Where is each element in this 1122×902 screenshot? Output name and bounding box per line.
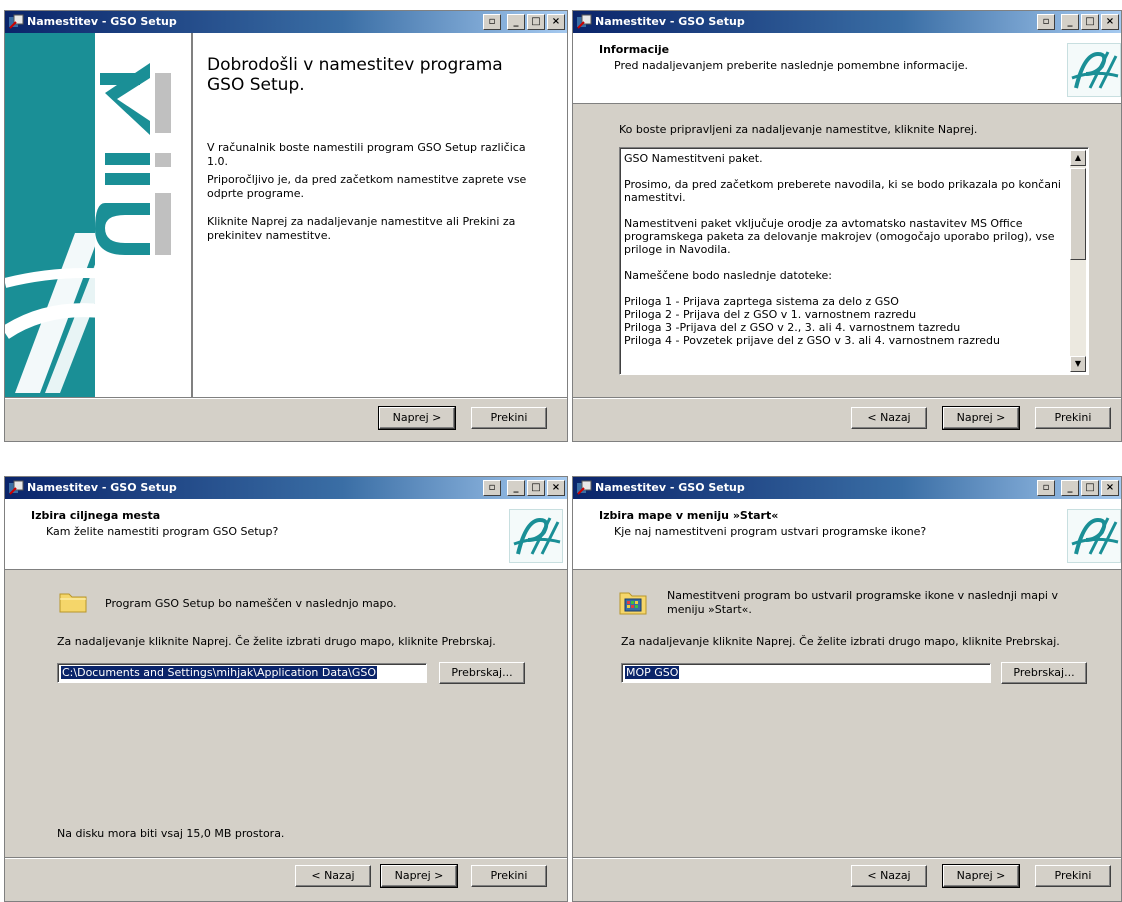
startmenu-folder-input[interactable]: MOP GSO — [621, 663, 991, 683]
back-button[interactable]: < Nazaj — [851, 407, 927, 429]
setup-app-icon — [9, 480, 24, 495]
close-button[interactable]: × — [547, 480, 565, 496]
back-button[interactable]: < Nazaj — [295, 865, 371, 887]
maximize-button[interactable]: □ — [527, 14, 545, 30]
restore-button[interactable]: ▫ — [1037, 14, 1055, 30]
window-title: Namestitev - GSO Setup — [595, 481, 745, 494]
folder-icon — [59, 593, 87, 613]
minimize-button[interactable]: _ — [1061, 480, 1079, 496]
welcome-heading: Dobrodošli v namestitev programa GSO Set… — [207, 55, 503, 95]
footer-divider — [5, 397, 567, 399]
window-title: Namestitev - GSO Setup — [27, 481, 177, 494]
next-button[interactable]: Naprej > — [378, 406, 456, 430]
page-subtitle: Pred nadaljevanjem preberite naslednje p… — [614, 59, 968, 72]
restore-button[interactable]: ▫ — [483, 14, 501, 30]
memo-paragraph: Priloga 1 - Prijava zaprtega sistema za … — [624, 295, 1000, 347]
memo-paragraph: Nameščene bodo naslednje datoteke: — [624, 269, 832, 282]
browse-button[interactable]: Prebrskaj... — [439, 662, 525, 684]
title-bar[interactable]: Namestitev - GSO Setup ▫ _ □ × — [5, 11, 567, 33]
cancel-button[interactable]: Prekini — [1035, 407, 1111, 429]
title-bar[interactable]: Namestitev - GSO Setup ▫ _ □ × — [573, 477, 1121, 499]
info-instruction: Ko boste pripravljeni za nadaljevanje na… — [619, 123, 978, 136]
next-button[interactable]: Naprej > — [942, 406, 1020, 430]
cancel-button[interactable]: Prekini — [471, 865, 547, 887]
destination-path-value: C:\Documents and Settings\mihjak\Applica… — [61, 666, 378, 679]
scroll-thumb[interactable] — [1070, 168, 1086, 260]
footer-divider — [573, 397, 1121, 399]
title-bar[interactable]: Namestitev - GSO Setup ▫ _ □ × — [5, 477, 567, 499]
cancel-button[interactable]: Prekini — [471, 407, 547, 429]
bia-logo-small — [1067, 43, 1121, 97]
welcome-para-version: V računalnik boste namestili program GSO… — [207, 141, 526, 168]
close-button[interactable]: × — [1101, 14, 1119, 30]
welcome-window: Namestitev - GSO Setup ▫ _ □ × Dobrodošl… — [4, 10, 568, 442]
memo-paragraph: Namestitveni paket vključuje orodje za a… — [624, 217, 1055, 256]
memo-paragraph: Prosimo, da pred začetkom preberete navo… — [624, 178, 1061, 204]
footer-divider — [573, 857, 1121, 859]
setup-app-icon — [577, 14, 592, 29]
restore-button[interactable]: ▫ — [483, 480, 501, 496]
cancel-button[interactable]: Prekini — [1035, 865, 1111, 887]
info-memo[interactable]: GSO Namestitveni paket. Prosimo, da pred… — [619, 147, 1089, 375]
memo-paragraph: GSO Namestitveni paket. — [624, 152, 763, 165]
maximize-button[interactable]: □ — [527, 480, 545, 496]
wizard-header: Izbira ciljnega mesta Kam želite namesti… — [5, 499, 567, 570]
info-window: Namestitev - GSO Setup ▫ _ □ × Informaci… — [572, 10, 1122, 442]
program-group-icon — [619, 592, 647, 615]
scroll-down-icon[interactable]: ▼ — [1070, 356, 1086, 372]
footer-divider — [5, 857, 567, 859]
browse-button[interactable]: Prebrskaj... — [1001, 662, 1087, 684]
minimize-button[interactable]: _ — [507, 480, 525, 496]
scroll-up-icon[interactable]: ▲ — [1070, 150, 1086, 166]
dest-info-line: Program GSO Setup bo nameščen v naslednj… — [105, 597, 397, 610]
title-bar[interactable]: Namestitev - GSO Setup ▫ _ □ × — [573, 11, 1121, 33]
wizard-header: Informacije Pred nadaljevanjem preberite… — [573, 33, 1121, 104]
disk-space-note: Na disku mora biti vsaj 15,0 MB prostora… — [57, 827, 285, 840]
close-button[interactable]: × — [1101, 480, 1119, 496]
wizard-header: Izbira mape v meniju »Start« Kje naj nam… — [573, 499, 1121, 570]
destination-path-input[interactable]: C:\Documents and Settings\mihjak\Applica… — [57, 663, 427, 683]
startmenu-info-line: Namestitveni program bo ustvaril program… — [667, 589, 1058, 616]
destination-window: Namestitev - GSO Setup ▫ _ □ × Izbira ci… — [4, 476, 568, 902]
back-button[interactable]: < Nazaj — [851, 865, 927, 887]
page-subtitle: Kam želite namestiti program GSO Setup? — [46, 525, 279, 538]
close-button[interactable]: × — [547, 14, 565, 30]
page-title: Izbira mape v meniju »Start« — [599, 509, 779, 522]
minimize-button[interactable]: _ — [1061, 14, 1079, 30]
page-title: Izbira ciljnega mesta — [31, 509, 161, 522]
welcome-para-instructions: Kliknite Naprej za nadaljevanje namestit… — [207, 215, 516, 242]
page-subtitle: Kje naj namestitveni program ustvari pro… — [614, 525, 927, 538]
bia-logo-banner — [5, 33, 193, 397]
setup-app-icon — [9, 14, 24, 29]
startmenu-window: Namestitev - GSO Setup ▫ _ □ × Izbira ma… — [572, 476, 1122, 902]
maximize-button[interactable]: □ — [1081, 14, 1099, 30]
restore-button[interactable]: ▫ — [1037, 480, 1055, 496]
window-title: Namestitev - GSO Setup — [27, 15, 177, 28]
next-button[interactable]: Naprej > — [380, 864, 458, 888]
minimize-button[interactable]: _ — [507, 14, 525, 30]
welcome-content: Dobrodošli v namestitev programa GSO Set… — [193, 33, 567, 397]
startmenu-folder-value: MOP GSO — [625, 666, 680, 679]
dest-instruction: Za nadaljevanje kliknite Naprej. Če želi… — [57, 635, 496, 648]
setup-app-icon — [577, 480, 592, 495]
welcome-para-close-apps: Priporočljivo je, da pred začetkom names… — [207, 173, 527, 200]
next-button[interactable]: Naprej > — [942, 864, 1020, 888]
window-title: Namestitev - GSO Setup — [595, 15, 745, 28]
bia-logo-small — [1067, 509, 1121, 563]
bia-logo-small — [509, 509, 563, 563]
startmenu-instruction: Za nadaljevanje kliknite Naprej. Če želi… — [621, 635, 1060, 648]
maximize-button[interactable]: □ — [1081, 480, 1099, 496]
page-title: Informacije — [599, 43, 670, 56]
info-memo-text: GSO Namestitveni paket. Prosimo, da pred… — [624, 152, 1066, 372]
wizard-banner — [5, 33, 193, 397]
memo-scrollbar[interactable]: ▲ ▼ — [1070, 150, 1086, 372]
